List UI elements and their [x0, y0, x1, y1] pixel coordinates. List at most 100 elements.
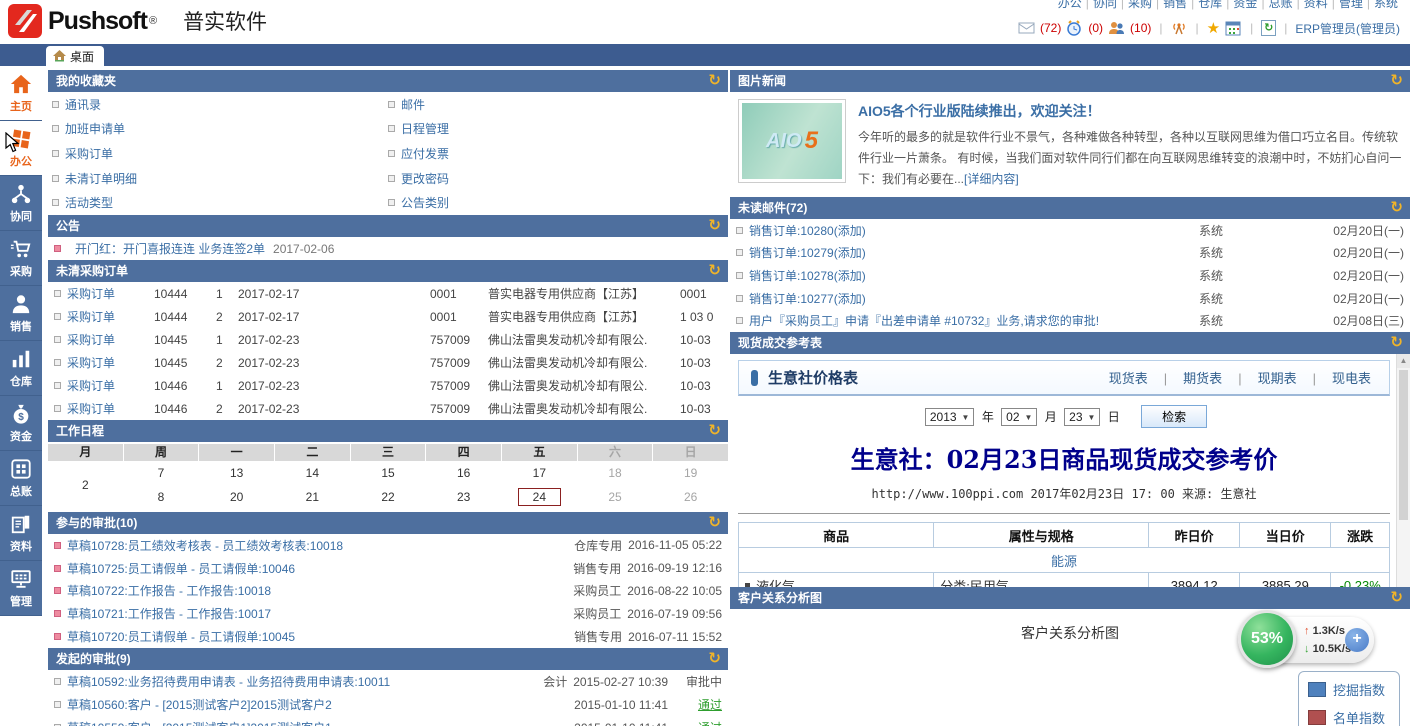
- sidebar-item-documents[interactable]: 资料: [0, 506, 42, 561]
- approval-row[interactable]: 草稿10725:员工请假单 - 员工请假单:10046 销售专用2016-09-…: [48, 557, 728, 580]
- tab-futures-table[interactable]: 期货表: [1156, 368, 1230, 387]
- top-nav-item[interactable]: 仓库: [1191, 0, 1226, 11]
- news-more-link[interactable]: [详细内容]: [964, 172, 1019, 186]
- favorite-item[interactable]: 活动类型: [52, 194, 388, 211]
- refresh-icon[interactable]: ↻: [708, 512, 721, 534]
- favorite-item[interactable]: 日程管理: [388, 120, 724, 137]
- favorites-star-icon[interactable]: ★: [1207, 19, 1220, 37]
- approval-row[interactable]: 草稿10722:工作报告 - 工作报告:10018 采购员工2016-08-22…: [48, 580, 728, 603]
- refresh-icon[interactable]: ↻: [708, 648, 721, 670]
- sidebar-item-admin[interactable]: 管理: [0, 561, 42, 616]
- logo[interactable]: Pushsoft ® 普实软件: [8, 4, 267, 38]
- approval-row[interactable]: 草稿10592:业务招待费用申请表 - 业务招待费用申请表:10011 会计20…: [48, 670, 728, 693]
- top-nav-item[interactable]: 资料: [1297, 0, 1332, 11]
- table-row[interactable]: 采购订单 1044522017-02-23 757009佛山法雷奥发动机冷却有限…: [48, 351, 728, 374]
- table-row[interactable]: 采购订单 1044622017-02-23 757009佛山法雷奥发动机冷却有限…: [48, 397, 728, 420]
- approval-row[interactable]: 草稿10728:员工绩效考核表 - 员工绩效考核表:10018 仓库专用2016…: [48, 534, 728, 557]
- refresh-icon[interactable]: ↻: [708, 70, 721, 92]
- refresh-icon[interactable]: ↻: [1390, 70, 1403, 92]
- mail-row[interactable]: 用户『采购员工』申请『出差申请单 #10732』业务,请求您的审批! 系统02月…: [730, 309, 1410, 332]
- favorite-item[interactable]: 通讯录: [52, 96, 388, 113]
- month-select[interactable]: 02▼: [1001, 408, 1037, 426]
- sidebar-item-home[interactable]: 主页: [0, 66, 42, 121]
- mail-row[interactable]: 销售订单:10277(添加) 系统02月20日(一): [730, 287, 1410, 310]
- year-select[interactable]: 2013▼: [925, 408, 975, 426]
- status-badge[interactable]: 通过: [678, 719, 722, 726]
- calendar-day[interactable]: 14: [275, 461, 350, 485]
- sidebar-item-collaboration[interactable]: 协同: [0, 176, 42, 231]
- tab-desktop[interactable]: 桌面: [46, 46, 104, 66]
- news-headline[interactable]: AIO5各个行业版陆续推出，欢迎关注！: [858, 101, 1402, 121]
- calendar-day[interactable]: 16: [426, 461, 501, 485]
- table-row[interactable]: 采购订单 1044412017-02-17 0001普实电器专用供应商【江苏】0…: [48, 282, 728, 305]
- favorite-item[interactable]: 未清订单明细: [52, 170, 388, 187]
- calendar-week[interactable]: 7: [124, 461, 199, 485]
- approval-row[interactable]: 草稿10560:客户 - [2015测试客户2]2015测试客户2 2015-0…: [48, 693, 728, 716]
- top-nav-item[interactable]: 采购: [1121, 0, 1156, 11]
- calendar-day[interactable]: 18: [578, 461, 653, 485]
- status-badge[interactable]: 通过: [678, 696, 722, 713]
- top-nav-item[interactable]: 协同: [1086, 0, 1121, 11]
- approval-row[interactable]: 草稿10720:员工请假单 - 员工请假单:10045 销售专用2016-07-…: [48, 625, 728, 648]
- scrollbar[interactable]: ▲: [1396, 354, 1410, 587]
- table-row[interactable]: 采购订单 1044512017-02-23 757009佛山法雷奥发动机冷却有限…: [48, 328, 728, 351]
- refresh-page-icon[interactable]: ↻: [1261, 20, 1276, 36]
- refresh-icon[interactable]: ↻: [708, 260, 721, 282]
- top-nav-item[interactable]: 系统: [1367, 0, 1402, 11]
- price-widget-title[interactable]: 生意社价格表: [768, 367, 858, 388]
- gauge-percent[interactable]: 53%: [1238, 610, 1296, 668]
- calendar-day[interactable]: 13: [199, 461, 274, 485]
- contacts-icon[interactable]: [1108, 20, 1125, 36]
- refresh-icon[interactable]: ↻: [1390, 197, 1403, 219]
- calendar-day[interactable]: 25: [578, 485, 653, 509]
- mail-count[interactable]: (72): [1040, 21, 1061, 35]
- current-user[interactable]: ERP管理员(管理员): [1295, 20, 1400, 37]
- top-nav-item[interactable]: 资金: [1226, 0, 1261, 11]
- calendar-week[interactable]: 8: [124, 485, 199, 509]
- calendar-day[interactable]: 17: [502, 461, 577, 485]
- sidebar-item-purchase[interactable]: 采购: [0, 231, 42, 286]
- approval-row[interactable]: 草稿10559:客户 - [2015测试客户1]2015测试客户1 2015-0…: [48, 716, 728, 726]
- tab-spot-table[interactable]: 现货表: [1101, 368, 1156, 387]
- table-row[interactable]: 采购订单 1044422017-02-17 0001普实电器专用供应商【江苏】1…: [48, 305, 728, 328]
- tab-spot-futures-table[interactable]: 现期表: [1230, 368, 1304, 387]
- announcement-row[interactable]: 开门红：开门喜报连连 业务连签2单 2017-02-06: [48, 237, 728, 260]
- calendar-day[interactable]: 21: [275, 485, 350, 509]
- network-speed-widget[interactable]: 53% ↑ 1.3K/s ↓ 10.5K/s +: [1248, 617, 1374, 663]
- approval-row[interactable]: 草稿10721:工作报告 - 工作报告:10017 采购员工2016-07-19…: [48, 602, 728, 625]
- broadcast-icon[interactable]: [1171, 20, 1188, 36]
- refresh-icon[interactable]: ↻: [1390, 587, 1403, 609]
- sidebar-item-warehouse[interactable]: 仓库: [0, 341, 42, 396]
- sidebar-item-funds[interactable]: $ 资金: [0, 396, 42, 451]
- table-row[interactable]: 采购订单 1044612017-02-23 757009佛山法雷奥发动机冷却有限…: [48, 374, 728, 397]
- refresh-icon[interactable]: ↻: [708, 420, 721, 442]
- sidebar-item-sales[interactable]: 销售: [0, 286, 42, 341]
- news-thumbnail[interactable]: AIO5: [738, 99, 846, 183]
- day-select[interactable]: 23▼: [1064, 408, 1100, 426]
- top-nav-item[interactable]: 销售: [1156, 0, 1191, 11]
- tab-spot-elec-table[interactable]: 现电表: [1305, 368, 1379, 387]
- alarm-count[interactable]: (0): [1088, 21, 1103, 35]
- mail-icon[interactable]: [1018, 20, 1035, 36]
- price-table-row[interactable]: 液化气 分类:民用气 3894.12 3885.29 -0.23%: [739, 573, 1390, 588]
- top-nav-item[interactable]: 管理: [1332, 0, 1367, 11]
- contacts-count[interactable]: (10): [1130, 21, 1151, 35]
- refresh-icon[interactable]: ↻: [708, 215, 721, 237]
- add-button[interactable]: +: [1345, 628, 1369, 652]
- top-nav-item[interactable]: 总账: [1261, 0, 1296, 11]
- calendar-day[interactable]: 19: [653, 461, 728, 485]
- favorite-item[interactable]: 采购订单: [52, 145, 388, 162]
- search-button[interactable]: 检索: [1141, 405, 1207, 428]
- calendar-day[interactable]: 23: [426, 485, 501, 509]
- calendar-day[interactable]: 15: [351, 461, 426, 485]
- calendar-day[interactable]: 26: [653, 485, 728, 509]
- calendar-icon[interactable]: [1225, 20, 1242, 36]
- calendar-day-selected[interactable]: 24: [502, 485, 577, 509]
- mail-row[interactable]: 销售订单:10278(添加) 系统02月20日(一): [730, 264, 1410, 287]
- top-nav-item[interactable]: 办公: [1054, 0, 1086, 11]
- favorite-item[interactable]: 更改密码: [388, 170, 724, 187]
- scrollbar-thumb[interactable]: [1399, 370, 1408, 520]
- sidebar-item-ledger[interactable]: 总账: [0, 451, 42, 506]
- calendar-day[interactable]: 20: [199, 485, 274, 509]
- calendar-day[interactable]: 22: [351, 485, 426, 509]
